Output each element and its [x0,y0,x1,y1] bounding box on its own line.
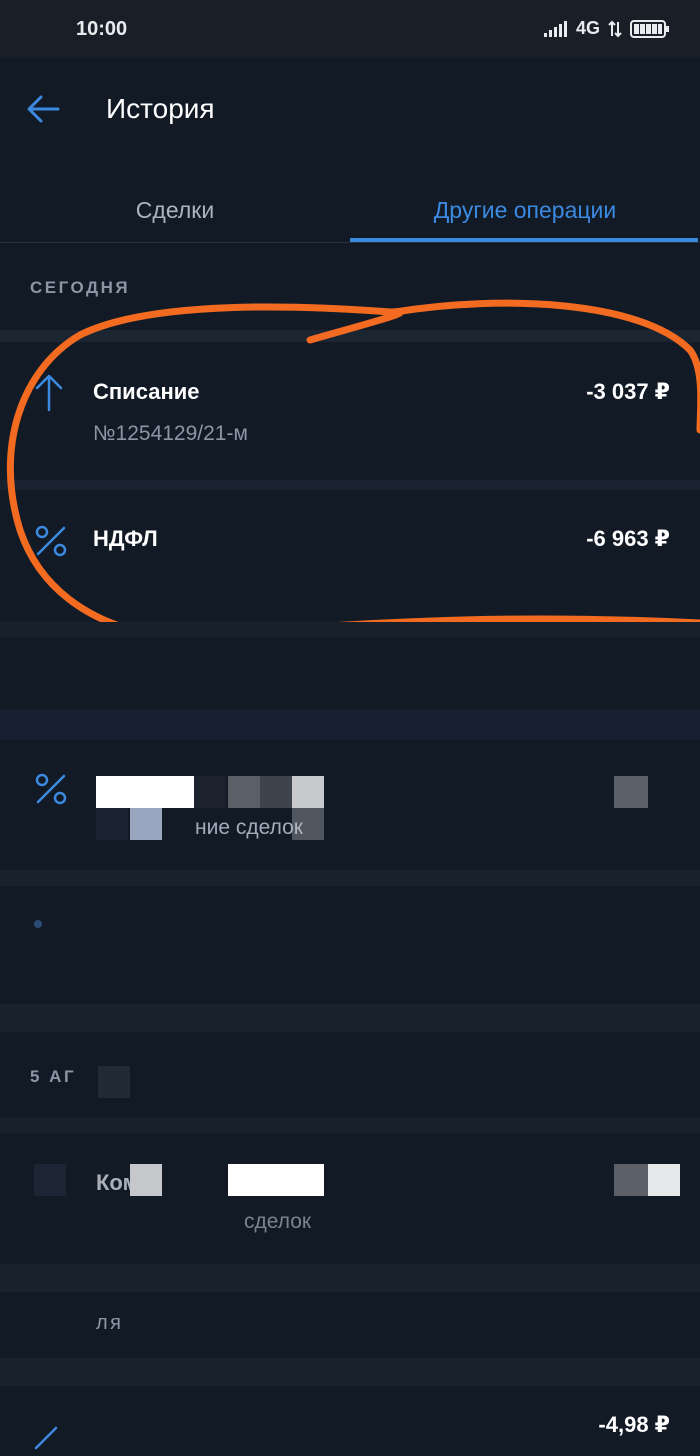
pixelated-block [98,1066,130,1098]
blurred-icon [34,920,42,928]
obscured-operation-row[interactable]: -4,98 ₽ [0,1386,700,1456]
status-indicators: 4G [543,18,670,39]
operation-amount: -4,98 ₽ [598,1412,670,1437]
pixelated-block [130,1164,162,1196]
pixelated-block [260,776,292,808]
percent-icon [34,1426,58,1450]
tab-deals[interactable]: Сделки [0,180,350,240]
data-transfer-icon [608,20,622,37]
battery-icon [630,19,669,38]
blurred-section-header [0,710,700,740]
pixelated-block [96,808,128,840]
status-time: 10:00 [76,18,128,40]
section-header-partial: 5 АГ [30,1067,77,1086]
tab-bar: Сделки Другие операции [0,180,700,244]
pixelated-block [292,776,324,808]
signal-icon [543,20,567,37]
tab-other-operations[interactable]: Другие операции [350,180,700,240]
pixelated-block [614,1164,648,1196]
row-divider [0,1004,700,1032]
app-header [0,58,700,180]
pixelated-block [194,776,226,808]
section-divider [0,1358,700,1386]
pixelated-block [648,1164,680,1196]
network-type: 4G [575,18,600,38]
page-title: История [106,93,215,124]
arrow-left-icon [27,95,60,123]
pixelated-block [228,776,260,808]
pixelated-block [292,808,324,840]
obscured-operation-row[interactable]: Коми сделок [0,1134,700,1264]
row-divider [0,870,700,886]
back-button[interactable] [22,88,64,130]
highlight-annotation [6,299,700,637]
section-divider [0,622,700,638]
tabs-divider [0,242,700,243]
pixelated-block [614,776,648,808]
section-divider [0,1118,700,1134]
row-divider [0,1264,700,1292]
pixelated-icon [34,1164,66,1196]
operation-subtitle-partial: сделок [244,1210,312,1233]
operation-subtitle-partial: ние сделок [195,816,303,839]
section-header-partial: ля [96,1312,124,1334]
obscured-operation-row[interactable]: ние сделок [0,740,700,870]
pixelated-block [228,1164,324,1196]
pixelated-block [130,808,162,840]
percent-icon [35,773,67,805]
pixelated-block [96,776,194,808]
